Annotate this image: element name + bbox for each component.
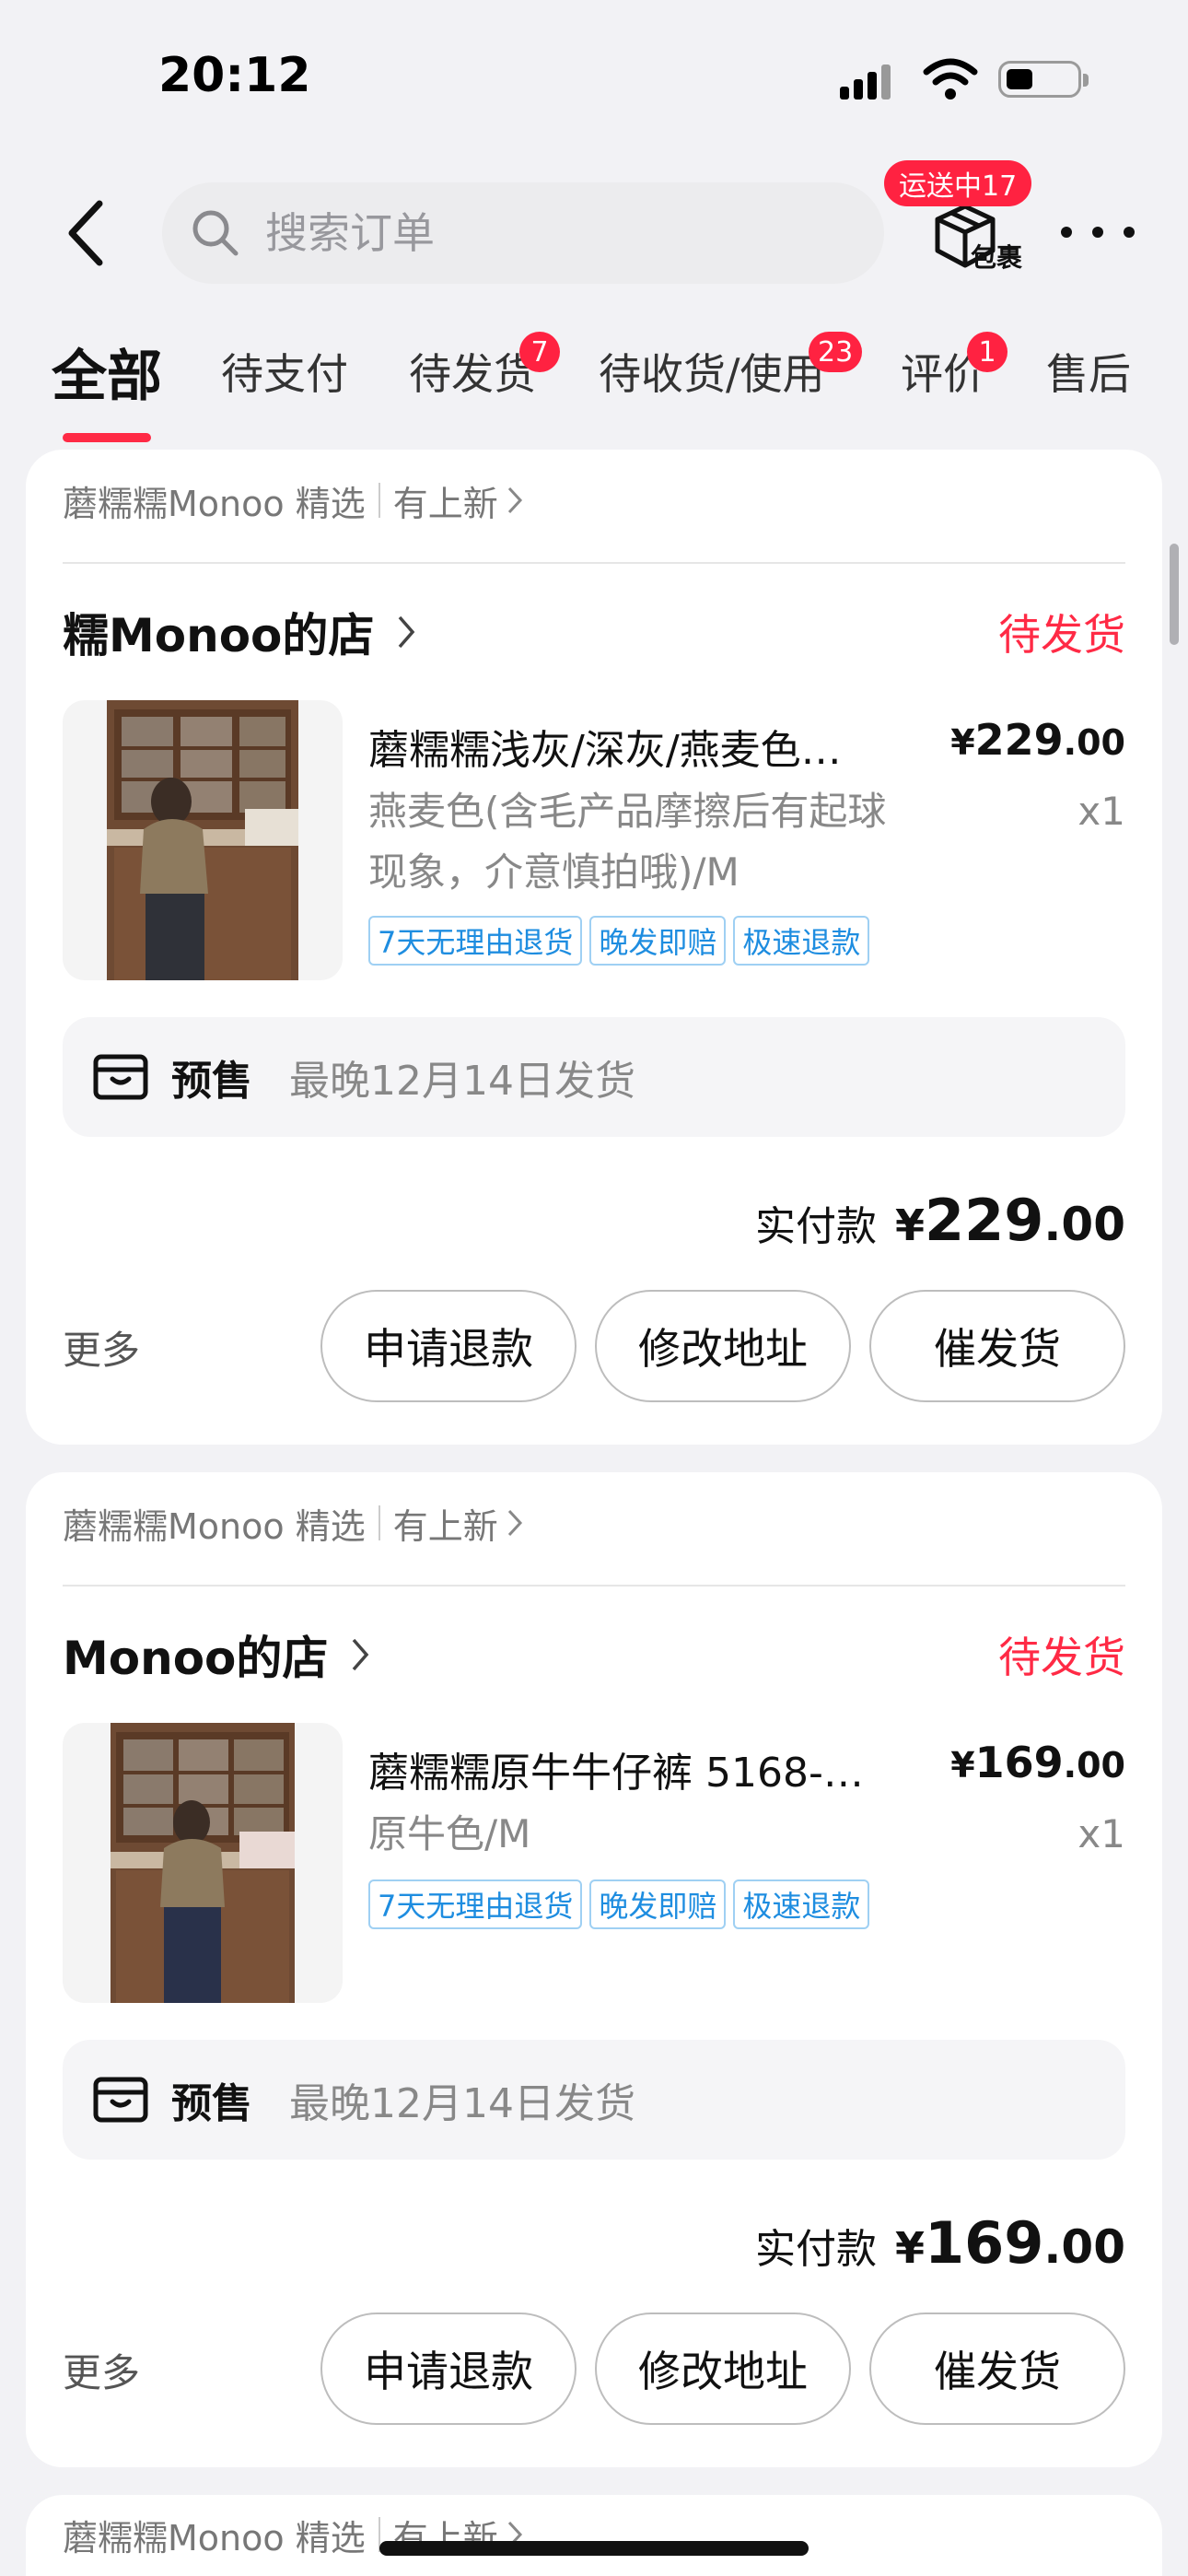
divider bbox=[63, 1585, 1125, 1587]
order-status: 待发货 bbox=[998, 610, 1125, 660]
store-banner[interactable]: 蘑糯糯Monoo 精选 有上新 bbox=[63, 1491, 524, 1555]
dot-icon bbox=[1061, 227, 1072, 238]
search-icon bbox=[192, 210, 239, 256]
presale-text: 最晚12月14日发货 bbox=[289, 2080, 635, 2127]
tab-badge: 7 bbox=[519, 332, 560, 372]
tab-pending-payment[interactable]: 待支付 bbox=[221, 341, 348, 402]
status-bar: 20:12 bbox=[0, 0, 1188, 157]
order-card: 蘑糯糯Monoo 精选 有上新 bbox=[26, 2495, 1162, 2576]
product-thumbnail[interactable] bbox=[63, 1723, 343, 2003]
tab-pending-shipment[interactable]: 待发货 bbox=[409, 341, 536, 402]
service-tag: 极速退款 bbox=[733, 916, 870, 966]
scroll-indicator bbox=[1170, 544, 1179, 645]
product-quantity: x1 bbox=[1077, 789, 1125, 834]
search-input[interactable] bbox=[265, 208, 818, 258]
presale-text: 最晚12月14日发货 bbox=[289, 1058, 635, 1105]
service-tag: 极速退款 bbox=[733, 1879, 870, 1929]
change-address-button[interactable]: 修改地址 bbox=[595, 1290, 851, 1402]
package-button[interactable]: 包裹 bbox=[914, 197, 1033, 280]
product-price: ¥169.00 bbox=[950, 1738, 1125, 1787]
status-time: 20:12 bbox=[158, 48, 311, 103]
service-tag: 晚发即赔 bbox=[589, 916, 727, 966]
refund-button[interactable]: 申请退款 bbox=[320, 2313, 577, 2425]
shop-name: 糯Monoo的店 bbox=[63, 609, 375, 662]
back-button[interactable] bbox=[48, 192, 122, 275]
product-title[interactable]: 蘑糯糯原牛牛仔裤 5168-… bbox=[368, 1739, 921, 1798]
dot-icon bbox=[1092, 227, 1103, 238]
refund-button[interactable]: 申请退款 bbox=[320, 1290, 577, 1402]
paid-amount: 实付款 ¥ 229 .00 bbox=[754, 1187, 1125, 1254]
box-icon bbox=[93, 2077, 148, 2123]
chevron-right-icon bbox=[507, 1509, 522, 1537]
service-tags: 7天无理由退货 晚发即赔 极速退款 bbox=[368, 916, 870, 966]
chevron-right-icon bbox=[399, 615, 415, 649]
service-tag: 7天无理由退货 bbox=[368, 916, 583, 966]
urge-shipment-button[interactable]: 催发货 bbox=[869, 2313, 1125, 2425]
battery-icon bbox=[998, 61, 1089, 98]
order-card: 蘑糯糯Monoo 精选 有上新 糯Monoo的店 待发货 蘑糯糯浅灰/深灰/燕麦… bbox=[26, 450, 1162, 1445]
box-icon bbox=[93, 1054, 148, 1100]
shop-row[interactable]: 糯Monoo的店 待发货 bbox=[63, 595, 1125, 669]
order-card: 蘑糯糯Monoo 精选 有上新 Monoo的店 待发货 蘑糯糯原牛牛仔裤 516… bbox=[26, 1472, 1162, 2467]
more-link[interactable]: 更多 bbox=[63, 1319, 140, 1376]
package-label: 包裹 bbox=[971, 242, 1023, 273]
wifi-icon bbox=[923, 58, 978, 100]
tab-badge: 1 bbox=[967, 332, 1007, 372]
product-spec: 燕麦色(含毛产品摩擦后有起球 现象，介意慎拍哦)/M bbox=[368, 789, 887, 895]
chevron-right-icon bbox=[507, 486, 522, 514]
package-badge: 运送中17 bbox=[884, 160, 1032, 206]
store-banner-link: 有上新 bbox=[392, 483, 498, 524]
paid-amount: 实付款 ¥ 169 .00 bbox=[754, 2209, 1125, 2277]
store-banner-label: 蘑糯糯Monoo 精选 bbox=[63, 2517, 366, 2558]
active-tab-indicator bbox=[63, 433, 151, 442]
product-spec: 原牛色/M bbox=[368, 1811, 531, 1856]
presale-notice: 预售 最晚12月14日发货 bbox=[63, 1017, 1125, 1137]
shop-name: Monoo的店 bbox=[63, 1632, 329, 1685]
paid-label: 实付款 bbox=[754, 1203, 877, 1250]
search-bar[interactable] bbox=[162, 182, 884, 284]
service-tag: 晚发即赔 bbox=[589, 1879, 727, 1929]
tab-pending-receipt[interactable]: 待收货/使用 bbox=[599, 341, 825, 402]
urge-shipment-button[interactable]: 催发货 bbox=[869, 1290, 1125, 1402]
store-banner[interactable]: 蘑糯糯Monoo 精选 有上新 bbox=[63, 468, 524, 533]
product-thumbnail[interactable] bbox=[63, 700, 343, 980]
home-indicator[interactable] bbox=[379, 2541, 809, 2556]
presale-notice: 预售 最晚12月14日发货 bbox=[63, 2040, 1125, 2160]
tab-all[interactable]: 全部 bbox=[52, 332, 162, 412]
shop-row[interactable]: Monoo的店 待发货 bbox=[63, 1618, 1125, 1692]
store-banner-link: 有上新 bbox=[392, 1505, 498, 1547]
presale-label: 预售 bbox=[171, 2080, 252, 2127]
store-banner[interactable]: 蘑糯糯Monoo 精选 有上新 bbox=[63, 2502, 524, 2567]
more-link[interactable]: 更多 bbox=[63, 2342, 140, 2398]
product-quantity: x1 bbox=[1077, 1811, 1125, 1856]
chevron-left-icon bbox=[68, 200, 103, 266]
store-banner-label: 蘑糯糯Monoo 精选 bbox=[63, 1505, 366, 1547]
signal-icon bbox=[840, 61, 891, 100]
tab-after-sales[interactable]: 售后 bbox=[1046, 341, 1131, 402]
divider bbox=[63, 562, 1125, 564]
product-photo bbox=[107, 700, 298, 980]
paid-label: 实付款 bbox=[754, 2226, 877, 2273]
chevron-right-icon bbox=[353, 1638, 369, 1671]
tab-badge: 23 bbox=[809, 332, 863, 372]
service-tags: 7天无理由退货 晚发即赔 极速退款 bbox=[368, 1879, 870, 1929]
change-address-button[interactable]: 修改地址 bbox=[595, 2313, 851, 2425]
order-tabs: 全部 待支付 待发货 7 待收货/使用 23 评价 1 售后 bbox=[0, 332, 1188, 442]
order-status: 待发货 bbox=[998, 1633, 1125, 1682]
presale-label: 预售 bbox=[171, 1058, 252, 1105]
product-price: ¥229.00 bbox=[950, 715, 1125, 765]
dot-icon bbox=[1124, 227, 1135, 238]
product-title[interactable]: 蘑糯糯浅灰/深灰/燕麦色… bbox=[368, 717, 921, 776]
store-banner-label: 蘑糯糯Monoo 精选 bbox=[63, 483, 366, 524]
more-options-button[interactable] bbox=[1061, 205, 1135, 260]
service-tag: 7天无理由退货 bbox=[368, 1879, 583, 1929]
product-photo bbox=[111, 1723, 295, 2003]
